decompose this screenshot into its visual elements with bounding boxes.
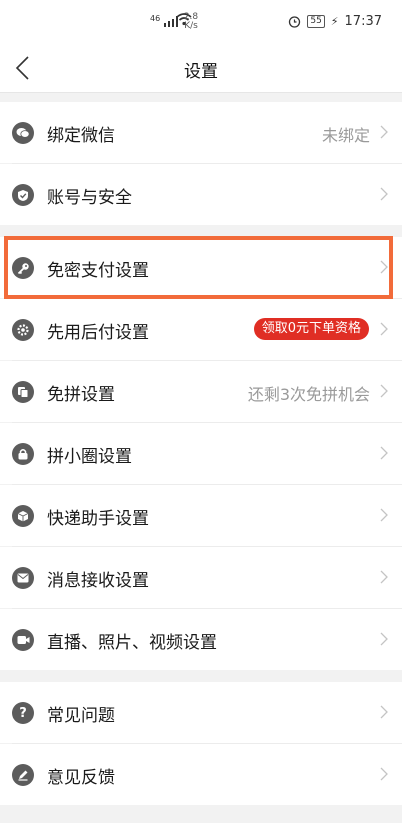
- row-label: 消息接收设置: [47, 571, 149, 591]
- signal-icon: 46: [150, 14, 178, 27]
- question-icon: ?: [12, 702, 34, 724]
- chevron-right-icon: [380, 187, 388, 201]
- highlight-box: [4, 236, 393, 299]
- lock-icon: [12, 443, 34, 465]
- box-icon: [12, 505, 34, 527]
- row-value: 还剩3次免拼机会: [247, 385, 370, 404]
- row-pay-later[interactable]: 先用后付设置 领取0元下单资格: [0, 299, 402, 360]
- copy-icon: [12, 381, 34, 403]
- row-account-security[interactable]: 账号与安全: [0, 164, 402, 225]
- promo-badge[interactable]: 领取0元下单资格: [253, 318, 369, 340]
- shield-icon: [12, 184, 34, 206]
- row-label: 先用后付设置: [47, 323, 149, 343]
- row-media-settings[interactable]: 直播、照片、视频设置: [0, 609, 402, 670]
- row-small-circle[interactable]: 拼小圈设置: [0, 423, 402, 484]
- row-label: 常见问题: [47, 706, 115, 726]
- chevron-right-icon: [380, 570, 388, 584]
- nav-bar: 设置: [0, 44, 402, 93]
- clock-time: 17:37: [344, 14, 382, 29]
- charging-icon: ⚡: [330, 15, 339, 28]
- alarm-icon: [289, 16, 301, 28]
- chevron-right-icon: [380, 767, 388, 781]
- row-skip-group[interactable]: 免拼设置 还剩3次免拼机会: [0, 361, 402, 422]
- row-label: 账号与安全: [47, 188, 132, 208]
- chevron-right-icon: [380, 446, 388, 460]
- gear-badge-icon: [12, 319, 34, 341]
- row-value: 未绑定: [321, 126, 370, 145]
- chevron-right-icon: [380, 384, 388, 398]
- mail-icon: [12, 567, 34, 589]
- wechat-icon: [12, 122, 34, 144]
- row-message-settings[interactable]: 消息接收设置: [0, 547, 402, 608]
- row-bind-wechat[interactable]: 绑定微信 未绑定: [0, 102, 402, 163]
- row-label: 免拼设置: [47, 385, 115, 405]
- video-icon: [12, 629, 34, 651]
- row-feedback[interactable]: 意见反馈: [0, 744, 402, 805]
- row-label: 意见反馈: [47, 768, 115, 788]
- row-faq[interactable]: ? 常见问题: [0, 682, 402, 743]
- row-label: 绑定微信: [47, 126, 115, 146]
- row-label: 拼小圈设置: [47, 447, 132, 467]
- chevron-right-icon: [380, 125, 388, 139]
- chevron-right-icon: [380, 705, 388, 719]
- chevron-right-icon: [380, 632, 388, 646]
- chevron-right-icon: [380, 508, 388, 522]
- row-label: 快递助手设置: [47, 509, 149, 529]
- battery-indicator: 55: [307, 15, 325, 28]
- row-delivery-assistant[interactable]: 快递助手设置: [0, 485, 402, 546]
- row-label: 直播、照片、视频设置: [47, 633, 217, 653]
- page-title: 设置: [184, 62, 218, 82]
- status-bar: 46 2.8 K/s 55 ⚡ 17:37: [0, 0, 402, 44]
- pen-icon: [12, 764, 34, 786]
- network-speed: 2.8 K/s: [183, 12, 199, 31]
- chevron-right-icon: [380, 322, 388, 336]
